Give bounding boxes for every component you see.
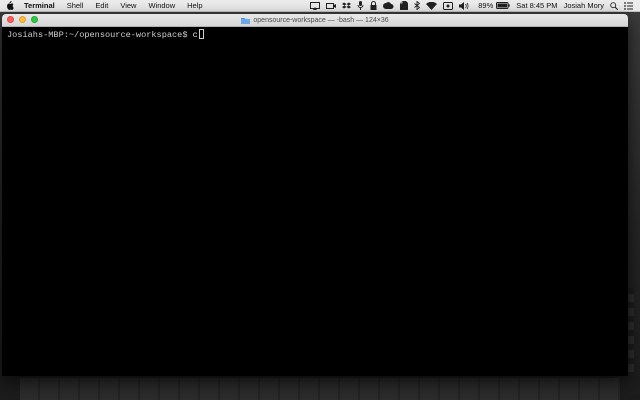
- volume-icon[interactable]: [456, 0, 472, 11]
- menu-help[interactable]: Help: [181, 0, 208, 11]
- wifi-icon[interactable]: [423, 0, 440, 11]
- terminal-content[interactable]: Josiahs-MBP:~/opensource-workspace$ c: [2, 27, 628, 43]
- window-title: opensource-workspace — -bash — 124×36: [2, 14, 628, 26]
- background-window-edge: [20, 378, 620, 400]
- clock[interactable]: Sat 8:45 PM: [513, 0, 560, 11]
- menu-view[interactable]: View: [114, 0, 142, 11]
- battery-indicator[interactable]: 89%: [472, 0, 513, 11]
- menu-shell[interactable]: Shell: [61, 0, 90, 11]
- notification-center-icon[interactable]: [621, 0, 636, 11]
- camera-icon[interactable]: [323, 0, 339, 11]
- text-cursor: [198, 29, 204, 39]
- mic-icon[interactable]: [354, 0, 367, 11]
- evernote-icon[interactable]: [397, 0, 411, 11]
- display-icon[interactable]: [440, 0, 456, 11]
- menu-edit[interactable]: Edit: [89, 0, 114, 11]
- dropbox-icon[interactable]: [339, 0, 354, 11]
- lock-icon[interactable]: [367, 0, 380, 11]
- cloud-icon[interactable]: [380, 0, 397, 11]
- menu-window[interactable]: Window: [142, 0, 181, 11]
- airplay-icon[interactable]: [307, 0, 323, 11]
- window-title-text: opensource-workspace — -bash — 124×36: [253, 16, 389, 24]
- apple-icon[interactable]: [0, 1, 20, 10]
- terminal-window[interactable]: opensource-workspace — -bash — 124×36 Jo…: [2, 14, 628, 376]
- status-area: 89% Sat 8:45 PM Josiah Mory: [307, 0, 640, 11]
- title-bar[interactable]: opensource-workspace — -bash — 124×36: [2, 14, 628, 27]
- bluetooth-icon[interactable]: [411, 0, 423, 11]
- battery-percent: 89%: [478, 1, 494, 10]
- user-menu[interactable]: Josiah Mory: [561, 0, 607, 11]
- battery-icon: [496, 2, 510, 9]
- menu-app-terminal[interactable]: Terminal: [20, 0, 61, 11]
- folder-icon: [241, 17, 251, 24]
- menu-bar: Terminal Shell Edit View Window Help 89%…: [0, 0, 640, 12]
- shell-prompt: Josiahs-MBP:~/opensource-workspace$: [7, 30, 188, 40]
- spotlight-icon[interactable]: [607, 0, 621, 11]
- command-input[interactable]: c: [193, 30, 198, 40]
